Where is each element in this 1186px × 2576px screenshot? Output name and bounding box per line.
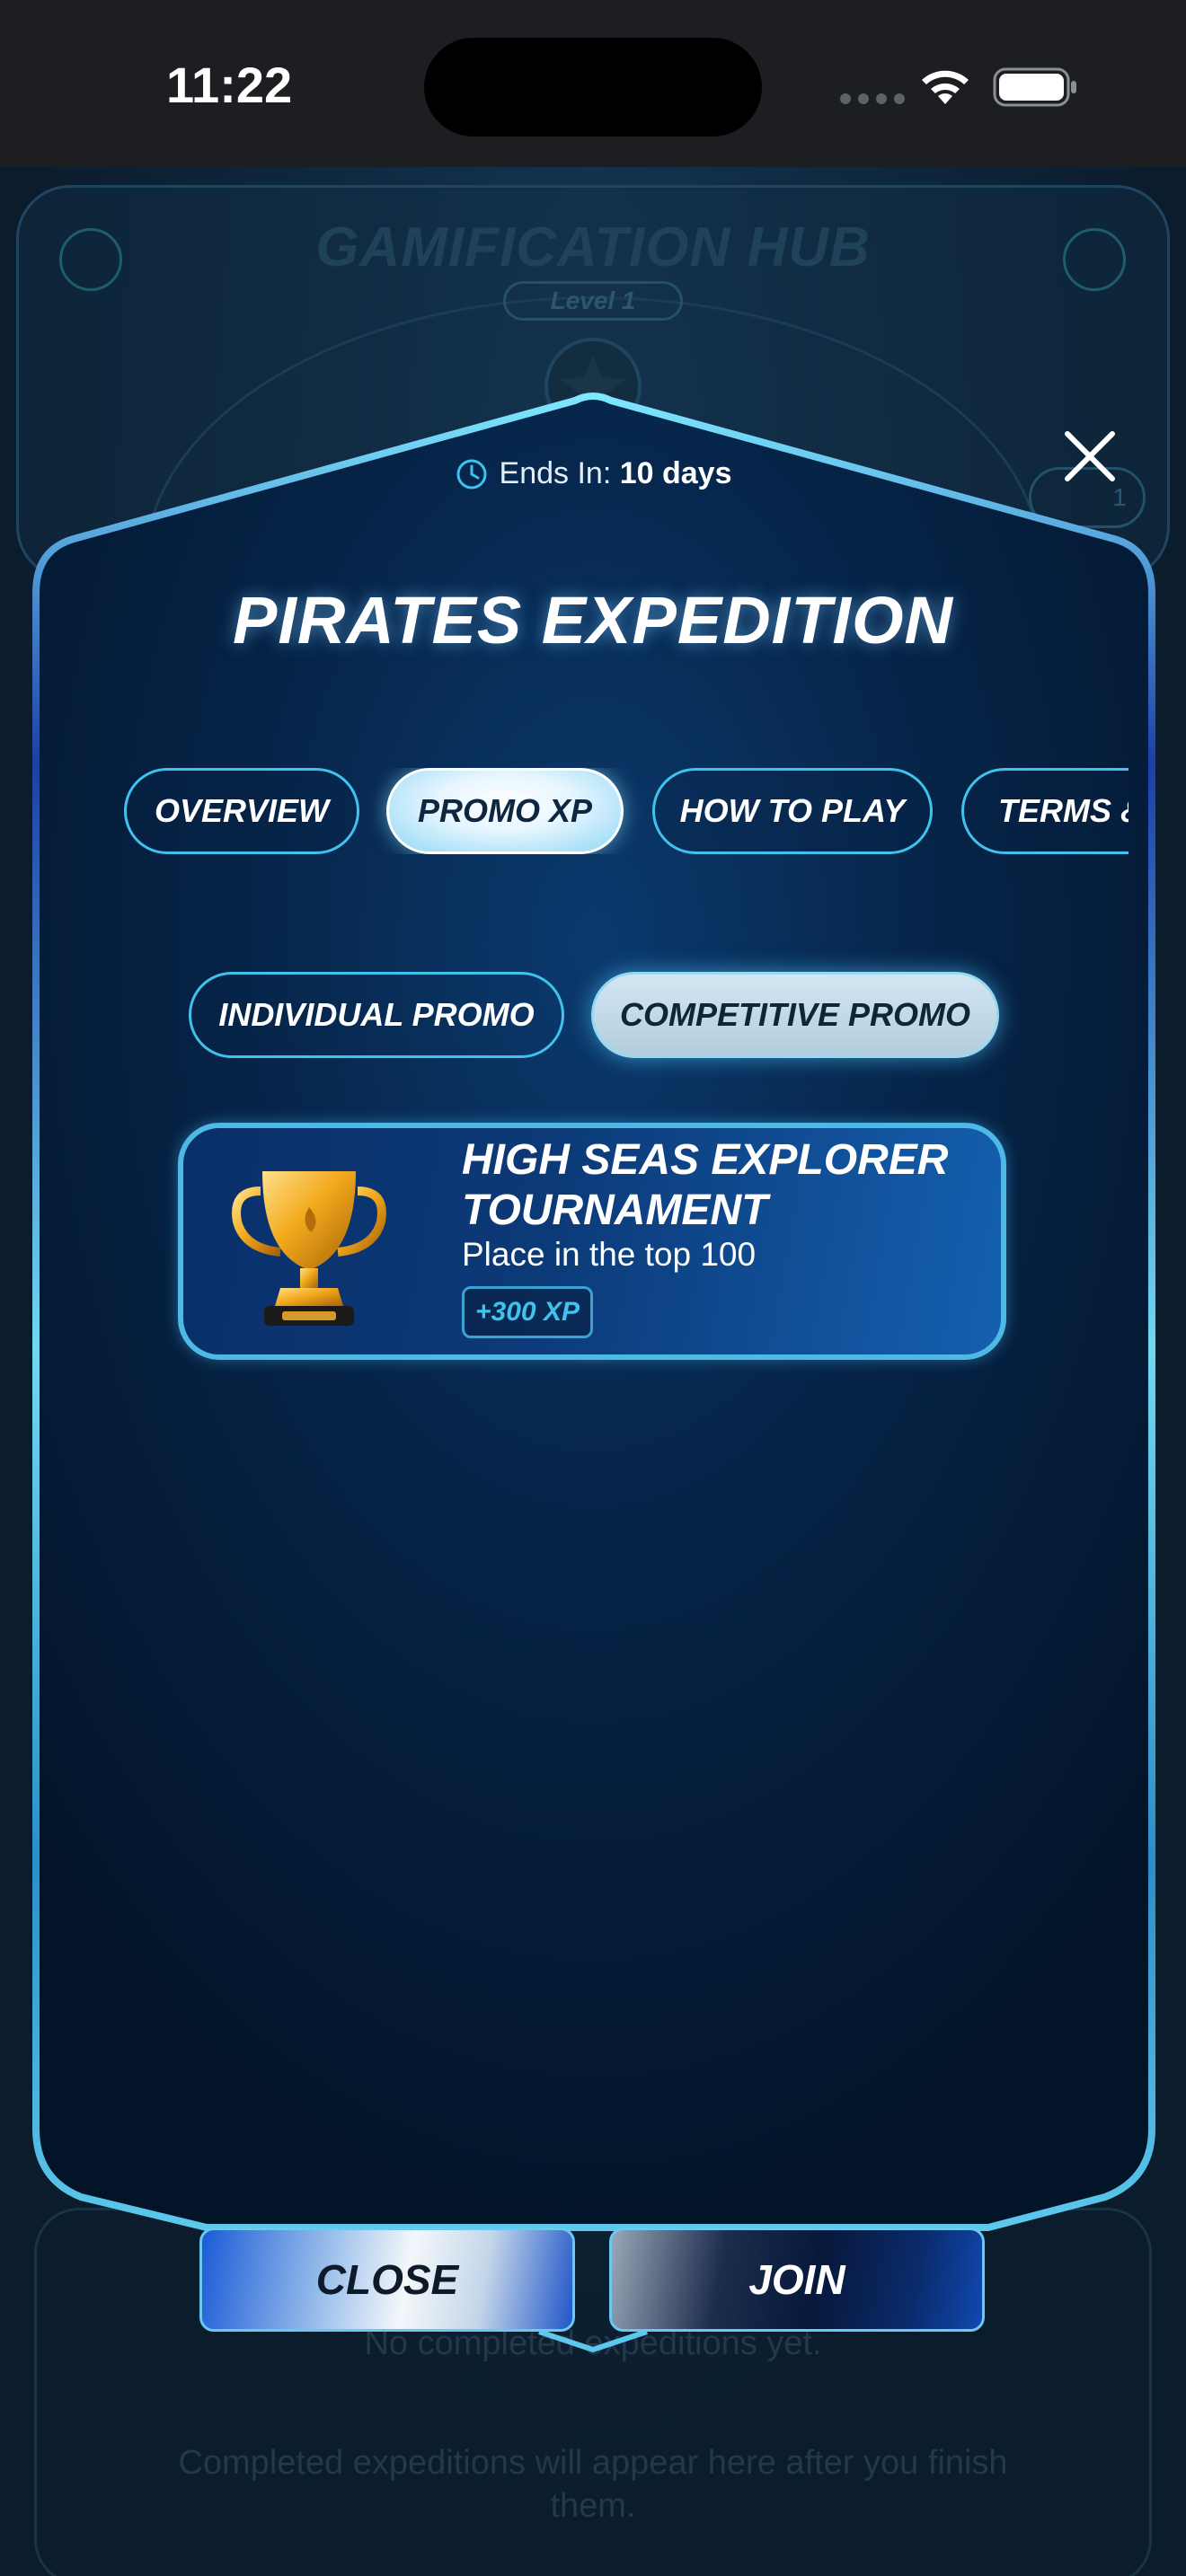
promo-description: Place in the top 100 [462, 1236, 757, 1273]
ends-in-timer: Ends In: 10 days [0, 456, 1186, 491]
status-bar: 11:22 [0, 0, 1186, 167]
join-button[interactable]: JOIN [609, 2228, 985, 2332]
tab-overview[interactable]: OVERVIEW [124, 768, 359, 854]
trophy-icon [232, 1171, 386, 1326]
close-button[interactable]: CLOSE [199, 2228, 575, 2332]
status-time: 11:22 [166, 57, 293, 113]
dynamic-island [424, 38, 762, 137]
clock-icon [456, 459, 487, 489]
promo-card[interactable]: HIGH SEAS EXPLORER TOURNAMENT Place in t… [178, 1123, 1006, 1360]
ends-in-value: 10 days [619, 456, 732, 490]
xp-badge: +300 XP [462, 1286, 593, 1338]
wifi-icon [922, 70, 969, 104]
battery-icon [993, 67, 1076, 107]
promo-title: HIGH SEAS EXPLORER TOURNAMENT [462, 1136, 949, 1234]
signal-dots-icon [840, 93, 905, 104]
tab-promo-xp[interactable]: PROMO XP [386, 768, 624, 854]
subtab-competitive-promo[interactable]: COMPETITIVE PROMO [591, 972, 999, 1058]
ends-in-label: Ends In: [499, 456, 612, 490]
tab-terms[interactable]: TERMS & CONDITIONS [961, 768, 1128, 854]
subtab-individual-promo[interactable]: INDIVIDUAL PROMO [189, 972, 564, 1058]
tab-how-to-play[interactable]: HOW TO PLAY [652, 768, 933, 854]
modal-title: PIRATES EXPEDITION [233, 583, 953, 657]
promo-modal: Ends In: 10 days PIRATES EXPEDITION OVER… [0, 0, 1186, 2576]
tab-bar: OVERVIEW PROMO XP HOW TO PLAY TERMS & CO… [124, 768, 1128, 854]
